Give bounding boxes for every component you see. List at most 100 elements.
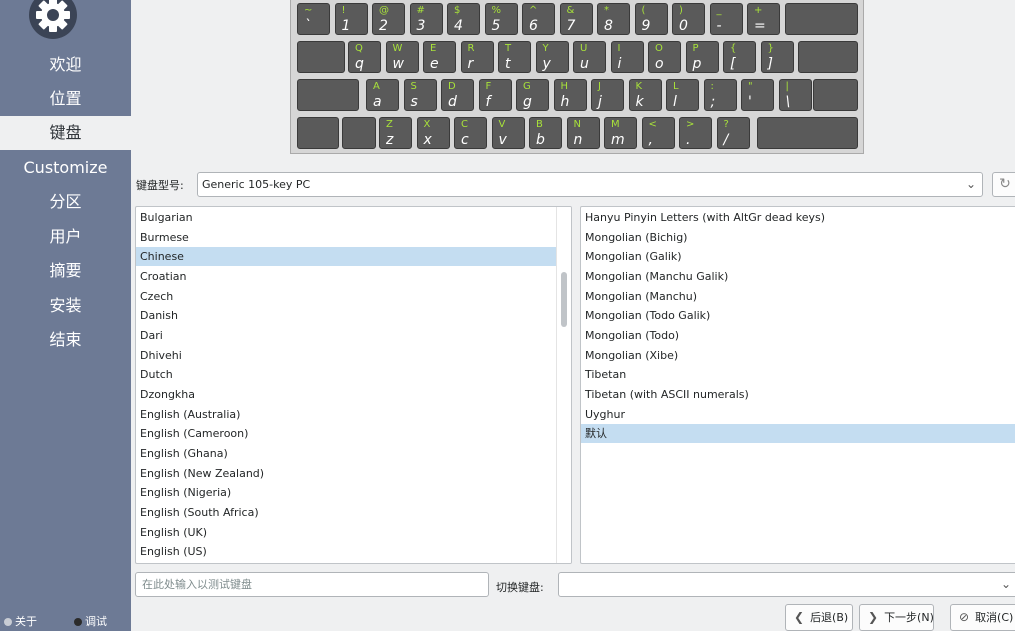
- layout-list-scrollbar[interactable]: [556, 207, 571, 563]
- list-item[interactable]: Uyghur: [581, 405, 1015, 424]
- keyboard-key: ~ `: [297, 3, 330, 35]
- variant-list[interactable]: Hanyu Pinyin Letters (with AltGr dead ke…: [580, 206, 1015, 564]
- list-item[interactable]: Mongolian (Todo Galik): [581, 306, 1015, 325]
- list-item[interactable]: English (US): [136, 542, 556, 561]
- switch-keyboard-label: 切换键盘:: [496, 581, 544, 594]
- list-item[interactable]: Dhivehi: [136, 346, 556, 365]
- scrollbar-thumb[interactable]: [561, 272, 567, 327]
- back-label: 后退(B): [810, 611, 849, 624]
- key-lower-label: /: [723, 132, 729, 148]
- keyboard-key: Mm: [604, 117, 637, 149]
- sidebar-item[interactable]: 位置: [0, 82, 131, 116]
- key-lower-label: .: [686, 132, 691, 148]
- keyboard-model-value: Generic 105-key PC: [202, 178, 311, 191]
- key-upper-label: &: [566, 5, 575, 16]
- keyboard-preview: ~ `! 1 @2 #3 $4% 5 ^ 6 & 7 * 8(9) 0 _ - + = Qq Ww Ee Rr Tt Yy Uu…: [290, 0, 864, 154]
- key-upper-label: O: [655, 43, 663, 54]
- sidebar-item[interactable]: Customize: [0, 151, 131, 185]
- sidebar-item[interactable]: 键盘: [0, 116, 131, 150]
- switch-keyboard-select[interactable]: ⌄: [558, 572, 1015, 597]
- sidebar-item[interactable]: 结束: [0, 323, 131, 357]
- key-lower-label: h: [560, 94, 570, 110]
- key-upper-label: %: [491, 5, 502, 16]
- capslock-key: [297, 79, 359, 111]
- next-button[interactable]: ❯ 下一步(N): [859, 604, 934, 631]
- list-item[interactable]: Mongolian (Bichig): [581, 228, 1015, 247]
- list-item[interactable]: Mongolian (Manchu): [581, 287, 1015, 306]
- key-upper-label: L: [673, 81, 679, 92]
- key-lower-label: q: [355, 56, 364, 72]
- list-item[interactable]: English (Ghana): [136, 444, 556, 463]
- info-icon: [4, 618, 12, 626]
- list-item[interactable]: Danish: [136, 306, 556, 325]
- list-item[interactable]: Mongolian (Galik): [581, 247, 1015, 266]
- list-item[interactable]: Dzongkha: [136, 385, 556, 404]
- key-lower-label: y: [542, 56, 551, 72]
- list-item[interactable]: Hanyu Pinyin Letters (with AltGr dead ke…: [581, 208, 1015, 227]
- cancel-button[interactable]: ⊘ 取消(C): [950, 604, 1015, 631]
- sidebar-item[interactable]: 欢迎: [0, 48, 131, 82]
- list-item[interactable]: 默认: [581, 424, 1015, 444]
- list-item[interactable]: Burmese: [136, 228, 556, 247]
- debug-button[interactable]: 调试: [74, 613, 107, 629]
- layout-list[interactable]: Bulgarian Burmese Chinese Croatian Czech Dani…: [135, 206, 572, 564]
- keyboard-key: Bb: [529, 117, 562, 149]
- key-upper-label: #: [416, 5, 425, 16]
- list-item[interactable]: English (Australia): [136, 405, 556, 424]
- list-item[interactable]: English (New Zealand): [136, 464, 556, 483]
- list-item[interactable]: Croatian: [136, 267, 556, 286]
- key-lower-label: [: [730, 56, 736, 72]
- list-item[interactable]: Tibetan (with ASCII numerals): [581, 385, 1015, 404]
- keyboard-model-select[interactable]: Generic 105-key PC ⌄: [197, 172, 983, 197]
- list-item[interactable]: Bulgarian: [136, 208, 556, 227]
- keyboard-key: Nn: [566, 117, 600, 149]
- list-item[interactable]: Tibetan: [581, 365, 1015, 384]
- keyboard-key: Hh: [553, 79, 587, 111]
- reset-model-button[interactable]: ↻: [992, 172, 1015, 197]
- sidebar-item[interactable]: 分区: [0, 185, 131, 219]
- sidebar-item[interactable]: 摘要: [0, 254, 131, 288]
- key-upper-label: :: [710, 81, 714, 92]
- debug-label: 调试: [85, 615, 107, 628]
- keyboard-key: + =: [747, 3, 780, 35]
- list-item[interactable]: English (UK): [136, 523, 556, 542]
- keyboard-key: Kk: [628, 79, 662, 111]
- list-item[interactable]: English (Cameroon): [136, 424, 556, 443]
- cancel-label: 取消(C): [975, 611, 1014, 624]
- keyboard-key: Jj: [591, 79, 624, 111]
- sidebar-item[interactable]: 用户: [0, 220, 131, 254]
- key-lower-label: 0: [679, 18, 688, 34]
- keyboard-key: @2: [372, 3, 405, 35]
- keyboard-key: Rr: [460, 41, 494, 73]
- key-upper-label: U: [580, 43, 588, 54]
- list-item[interactable]: Chinese: [136, 247, 556, 267]
- key-lower-label: 5: [491, 18, 501, 34]
- list-item[interactable]: Mongolian (Xibe): [581, 346, 1015, 365]
- keyboard-key: Ee: [423, 41, 456, 73]
- back-button[interactable]: ❮ 后退(B): [785, 604, 853, 631]
- key-upper-label: W: [392, 43, 403, 54]
- cancel-icon: ⊘: [959, 610, 970, 624]
- key-upper-label: +: [754, 5, 763, 16]
- key-upper-label: }: [767, 43, 774, 54]
- key-lower-label: `: [304, 18, 311, 34]
- key-lower-label: t: [505, 56, 511, 72]
- key-upper-label: |: [785, 81, 789, 92]
- about-button[interactable]: 关于: [4, 613, 37, 629]
- list-item[interactable]: English (Nigeria): [136, 483, 556, 502]
- list-item[interactable]: Czech: [136, 287, 556, 306]
- chevron-right-icon: ❯: [868, 610, 879, 624]
- list-item[interactable]: English (South Africa): [136, 503, 556, 522]
- keyboard-test-input[interactable]: [135, 572, 489, 597]
- sidebar-item[interactable]: 安装: [0, 289, 131, 323]
- key-lower-label: p: [692, 56, 702, 72]
- list-item[interactable]: Dari: [136, 326, 556, 345]
- key-lower-label: f: [485, 94, 491, 110]
- list-item[interactable]: Dutch: [136, 365, 556, 384]
- calamares-logo-icon: [29, 0, 77, 39]
- list-item[interactable]: Mongolian (Todo): [581, 326, 1015, 345]
- keyboard-key: :;: [703, 79, 737, 111]
- key-lower-label: 4: [454, 18, 463, 34]
- tab-key: [297, 41, 345, 73]
- list-item[interactable]: Mongolian (Manchu Galik): [581, 267, 1015, 286]
